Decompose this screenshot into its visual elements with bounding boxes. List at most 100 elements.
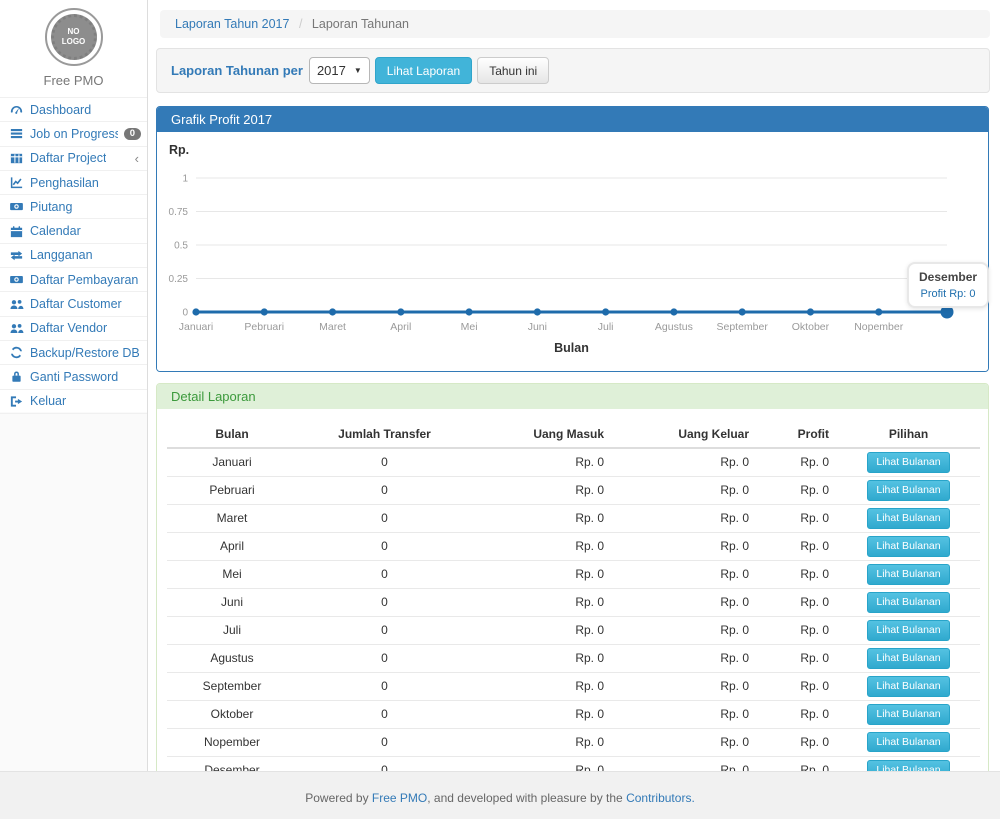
sidebar-item-daftar-vendor[interactable]: Daftar Vendor <box>0 317 147 341</box>
table-cell: Rp. 0 <box>612 672 757 700</box>
table-cell: Rp. 0 <box>612 588 757 616</box>
svg-text:September: September <box>716 321 768 333</box>
svg-text:0.25: 0.25 <box>169 274 189 285</box>
table-cell: Rp. 0 <box>612 448 757 476</box>
detail-panel-title: Detail Laporan <box>157 384 988 409</box>
svg-text:Rp.: Rp. <box>169 143 189 157</box>
table-cell: Rp. 0 <box>757 560 837 588</box>
tooltip-value: Profit Rp: 0 <box>919 288 977 300</box>
view-monthly-button[interactable]: Lihat Bulanan <box>867 620 949 641</box>
tasks-icon <box>9 126 24 141</box>
table-cell: Rp. 0 <box>757 532 837 560</box>
view-monthly-button[interactable]: Lihat Bulanan <box>867 676 949 697</box>
users-icon <box>9 297 24 312</box>
sidebar-item-daftar-project[interactable]: Daftar Project‹ <box>0 147 147 171</box>
table-cell: Rp. 0 <box>757 616 837 644</box>
sidebar-item-ganti-password[interactable]: Ganti Password <box>0 365 147 389</box>
breadcrumb-link[interactable]: Laporan Tahun 2017 <box>175 17 289 31</box>
table-cell: Rp. 0 <box>757 504 837 532</box>
table-cell: Rp. 0 <box>612 700 757 728</box>
view-monthly-button[interactable]: Lihat Bulanan <box>867 508 949 529</box>
table-cell: Rp. 0 <box>612 616 757 644</box>
table-cell: Rp. 0 <box>612 560 757 588</box>
svg-text:Agustus: Agustus <box>655 321 693 333</box>
footer-text-middle: , and developed with pleasure by the <box>427 791 626 805</box>
sidebar-item-langganan[interactable]: Langganan <box>0 244 147 268</box>
this-year-button[interactable]: Tahun ini <box>477 57 549 84</box>
view-monthly-button[interactable]: Lihat Bulanan <box>867 452 949 473</box>
sidebar-item-job-on-progress[interactable]: Job on Progress0 <box>0 122 147 146</box>
svg-text:0.75: 0.75 <box>169 207 189 218</box>
table-cell: Rp. 0 <box>472 476 612 504</box>
table-cell: Juni <box>167 588 297 616</box>
sidebar-item-piutang[interactable]: Piutang <box>0 195 147 219</box>
table-cell: Nopember <box>167 728 297 756</box>
table-cell: Rp. 0 <box>757 476 837 504</box>
table-icon <box>9 151 24 166</box>
table-cell: April <box>167 532 297 560</box>
line-chart-icon <box>9 175 24 190</box>
profit-line-chart[interactable]: Rp.00.250.50.751JanuariPebruariMaretApri… <box>157 132 988 374</box>
svg-text:Oktober: Oktober <box>792 321 830 333</box>
refresh-icon <box>9 345 24 360</box>
retweet-icon <box>9 248 24 263</box>
table-cell-actions: Lihat Bulanan <box>837 448 980 476</box>
view-monthly-button[interactable]: Lihat Bulanan <box>867 648 949 669</box>
view-monthly-button[interactable]: Lihat Bulanan <box>867 480 949 501</box>
table-cell: Rp. 0 <box>612 532 757 560</box>
table-cell: Maret <box>167 504 297 532</box>
table-cell: Oktober <box>167 700 297 728</box>
view-monthly-button[interactable]: Lihat Bulanan <box>867 536 949 557</box>
table-cell: Rp. 0 <box>472 616 612 644</box>
profit-chart-panel: Grafik Profit 2017 Rp.00.250.50.751Janua… <box>156 106 989 372</box>
view-monthly-button[interactable]: Lihat Bulanan <box>867 564 949 585</box>
table-cell-actions: Lihat Bulanan <box>837 588 980 616</box>
year-select-value: 2017 <box>317 63 346 78</box>
table-cell: 0 <box>297 504 472 532</box>
table-cell: Rp. 0 <box>472 728 612 756</box>
view-monthly-button[interactable]: Lihat Bulanan <box>867 592 949 613</box>
sidebar-item-label: Keluar <box>30 394 66 408</box>
detail-panel-body: BulanJumlah TransferUang MasukUang Kelua… <box>157 409 988 819</box>
sidebar-item-keluar[interactable]: Keluar <box>0 390 147 414</box>
chart-panel-title: Grafik Profit 2017 <box>157 107 988 132</box>
filter-label: Laporan Tahunan per <box>171 63 303 78</box>
money-icon <box>9 199 24 214</box>
table-cell: Rp. 0 <box>472 672 612 700</box>
brand: NO LOGO Free PMO <box>0 0 147 88</box>
sidebar-item-penghasilan[interactable]: Penghasilan <box>0 171 147 195</box>
table-cell: 0 <box>297 448 472 476</box>
view-report-button[interactable]: Lihat Laporan <box>375 57 472 84</box>
sidebar-item-daftar-customer[interactable]: Daftar Customer <box>0 292 147 316</box>
table-row: Juli0Rp. 0Rp. 0Rp. 0Lihat Bulanan <box>167 616 980 644</box>
sidebar-item-dashboard[interactable]: Dashboard <box>0 98 147 122</box>
column-header: Jumlah Transfer <box>297 421 472 448</box>
table-cell-actions: Lihat Bulanan <box>837 700 980 728</box>
table-row: Maret0Rp. 0Rp. 0Rp. 0Lihat Bulanan <box>167 504 980 532</box>
sidebar-item-backup-restore-db[interactable]: Backup/Restore DB <box>0 341 147 365</box>
table-cell: September <box>167 672 297 700</box>
view-monthly-button[interactable]: Lihat Bulanan <box>867 732 949 753</box>
table-cell: Januari <box>167 448 297 476</box>
svg-text:Juli: Juli <box>598 321 614 333</box>
view-monthly-button[interactable]: Lihat Bulanan <box>867 704 949 725</box>
footer-link-freepmo[interactable]: Free PMO <box>372 791 427 805</box>
footer-link-contributors[interactable]: Contributors. <box>626 791 695 805</box>
breadcrumb: Laporan Tahun 2017 / Laporan Tahunan <box>160 10 990 38</box>
table-cell: Rp. 0 <box>612 504 757 532</box>
table-cell: 0 <box>297 476 472 504</box>
column-header: Uang Masuk <box>472 421 612 448</box>
column-header: Pilihan <box>837 421 980 448</box>
table-cell: Rp. 0 <box>757 700 837 728</box>
table-row: Mei0Rp. 0Rp. 0Rp. 0Lihat Bulanan <box>167 560 980 588</box>
table-cell: Rp. 0 <box>757 672 837 700</box>
sidebar-item-label: Daftar Vendor <box>30 321 107 335</box>
table-row: Pebruari0Rp. 0Rp. 0Rp. 0Lihat Bulanan <box>167 476 980 504</box>
table-cell: Rp. 0 <box>612 728 757 756</box>
sidebar-item-calendar[interactable]: Calendar <box>0 219 147 243</box>
sidebar-item-daftar-pembayaran[interactable]: Daftar Pembayaran <box>0 268 147 292</box>
sidebar-item-label: Calendar <box>30 224 81 238</box>
year-select[interactable]: 2017 ▼ <box>309 57 370 84</box>
table-cell-actions: Lihat Bulanan <box>837 672 980 700</box>
svg-text:Maret: Maret <box>319 321 346 333</box>
